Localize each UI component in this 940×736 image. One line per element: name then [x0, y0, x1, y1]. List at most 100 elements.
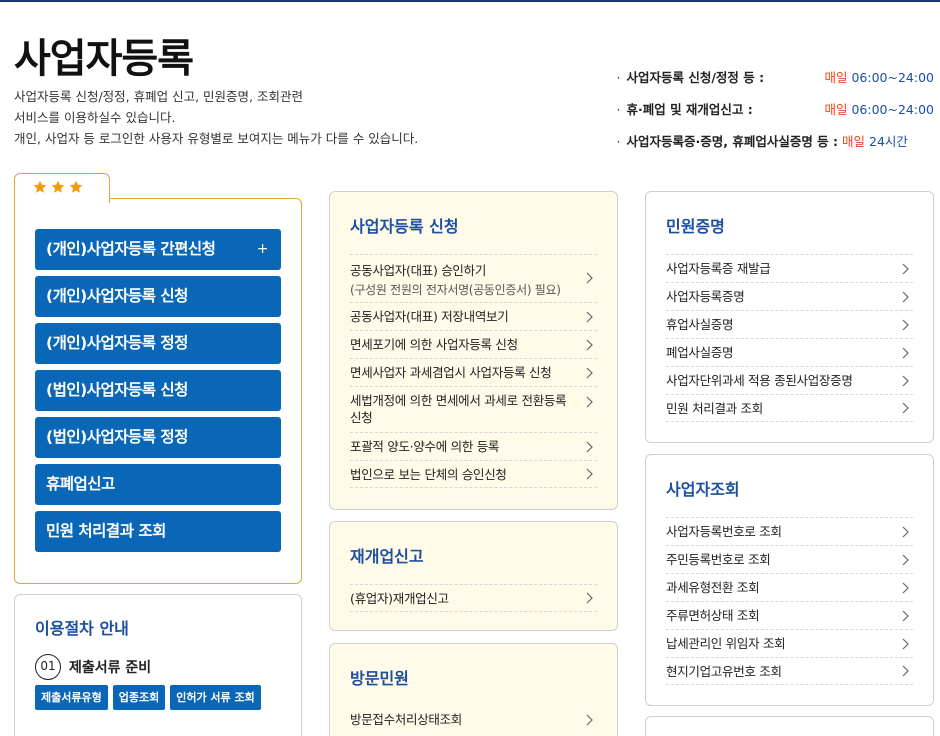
list-item-label: 면세포기에 의한 사업자등록 신청	[350, 337, 518, 352]
step-chips: 제출서류유형 업종조회 인허가 서류 조회	[35, 685, 261, 710]
list-item[interactable]: 공동사업자(대표) 승인하기 (구성원 전원의 전자서명(공동인증서) 필요)	[350, 254, 597, 302]
list-item[interactable]: 사업자단위과세 적용 종된사업장증명	[666, 366, 913, 394]
card-list: 사업자등록증 재발급 사업자등록증명 휴업사실증명 폐업사실증명 사업자단위과세…	[666, 254, 913, 422]
plus-icon: +	[256, 241, 269, 257]
time-range: 06:00~24:00	[851, 70, 934, 85]
list-item[interactable]: 현지기업고유번호 조회	[666, 657, 913, 685]
list-item-label: 주민등록번호로 조회	[666, 552, 771, 567]
chevron-right-icon	[901, 581, 911, 595]
list-item[interactable]: 사업자등록번호로 조회	[666, 517, 913, 545]
daily-label: 매일	[824, 102, 848, 117]
chevron-right-icon	[901, 346, 911, 360]
list-item[interactable]: 납세관리인 위임자 조회	[666, 629, 913, 657]
list-item[interactable]: 포괄적 양도·양수에 의한 등록	[350, 432, 597, 460]
list-item-label: 과세유형전환 조회	[666, 580, 760, 595]
next-card	[645, 716, 934, 736]
list-item-label: 포괄적 양도·양수에 의한 등록	[350, 439, 500, 454]
description-line: 서비스를 이용하실수 있습니다.	[14, 110, 176, 125]
list-item[interactable]: 세법개정에 의한 면세에서 과세로 전환등록 신청	[350, 386, 597, 432]
list-item-label: 사업자단위과세 적용 종된사업장증명	[666, 373, 853, 388]
service-hours-value: 매일 06:00~24:00	[824, 98, 934, 130]
chevron-right-icon	[901, 374, 911, 388]
chevron-right-icon	[901, 637, 911, 651]
list-item-label: 공동사업자(대표) 승인하기	[350, 263, 487, 278]
individual-simple-registration-button[interactable]: (개인)사업자등록 간편신청 +	[35, 229, 281, 270]
card-list: 사업자등록번호로 조회 주민등록번호로 조회 과세유형전환 조회 주류면허상태 …	[666, 517, 913, 685]
document-type-chip[interactable]: 제출서류유형	[35, 685, 108, 710]
list-item[interactable]: 방문접수처리상태조회	[350, 706, 597, 734]
corporate-correction-button[interactable]: (법인)사업자등록 정정	[35, 417, 281, 458]
list-item[interactable]: 면세포기에 의한 사업자등록 신청	[350, 330, 597, 358]
list-item[interactable]: 법인으로 보는 단체의 승인신청	[350, 460, 597, 488]
individual-registration-button[interactable]: (개인)사업자등록 신청	[35, 276, 281, 317]
chevron-right-icon	[901, 525, 911, 539]
individual-correction-button[interactable]: (개인)사업자등록 정정	[35, 323, 281, 364]
chevron-right-icon	[585, 440, 595, 454]
list-item-label: 사업자등록증명	[666, 289, 745, 304]
list-item[interactable]: 휴업사실증명	[666, 310, 913, 338]
list-item[interactable]: (휴업자)재개업신고	[350, 584, 597, 612]
service-hours: · 사업자등록 신청/정정 등 : 매일 06:00~24:00 · 휴·폐업 …	[616, 66, 934, 162]
list-item[interactable]: 사업자등록증 재발급	[666, 254, 913, 282]
chevron-right-icon	[585, 713, 595, 727]
card-title: 사업자등록 신청	[350, 217, 459, 236]
card-list: (휴업자)재개업신고	[350, 584, 597, 612]
card-list: 방문접수처리상태조회	[350, 706, 597, 734]
certificate-card: 민원증명 사업자등록증 재발급 사업자등록증명 휴업사실증명 폐업사실증명 사업…	[645, 191, 934, 443]
list-item-label: 사업자등록증 재발급	[666, 261, 771, 276]
list-item-label: 납세관리인 위임자 조회	[666, 636, 786, 651]
list-item[interactable]: 폐업사실증명	[666, 338, 913, 366]
service-hours-row: · 사업자등록 신청/정정 등 : 매일 06:00~24:00	[616, 66, 934, 98]
card-title: 사업자조회	[666, 480, 740, 499]
industry-lookup-chip[interactable]: 업종조회	[112, 685, 166, 710]
button-label: (개인)사업자등록 간편신청	[46, 240, 216, 258]
list-item[interactable]: 주류면허상태 조회	[666, 601, 913, 629]
list-item-label: 현지기업고유번호 조회	[666, 664, 782, 679]
service-hours-value: 매일 06:00~24:00	[824, 66, 934, 98]
time-range: 06:00~24:00	[851, 102, 934, 117]
chevron-right-icon	[901, 401, 911, 415]
service-hours-row: · 사업자등록증·증명, 휴폐업사실증명 등 : 매일 24시간	[616, 130, 934, 162]
favorites-stars	[33, 180, 83, 194]
card-title: 방문민원	[350, 669, 409, 688]
procedure-step: 01 제출서류 준비	[35, 654, 151, 680]
chevron-right-icon	[901, 609, 911, 623]
guide-title: 이용절차 안내	[35, 619, 129, 638]
list-item[interactable]: 과세유형전환 조회	[666, 573, 913, 601]
license-document-chip[interactable]: 인허가 서류 조회	[170, 685, 261, 710]
list-item-sublabel: (구성원 전원의 전자서명(공동인증서) 필요)	[350, 283, 561, 297]
list-item[interactable]: 민원 처리결과 조회	[666, 394, 913, 422]
closure-report-button[interactable]: 휴폐업신고	[35, 464, 281, 505]
list-item-label: 휴업사실증명	[666, 317, 734, 332]
bullet-dot: ·	[616, 70, 621, 85]
page-description: 사업자등록 신청/정정, 휴폐업 신고, 민원증명, 조회관련 서비스를 이용하…	[14, 86, 418, 149]
list-item[interactable]: 면세사업자 과세겸업시 사업자등록 신청	[350, 358, 597, 386]
chevron-right-icon	[585, 591, 595, 605]
top-border	[0, 0, 940, 2]
service-hours-label: 사업자등록증·증명, 휴폐업사실증명 등 :	[626, 134, 839, 149]
list-item-label: 법인으로 보는 단체의 승인신청	[350, 467, 507, 482]
list-item-label: 면세사업자 과세겸업시 사업자등록 신청	[350, 365, 552, 380]
chevron-right-icon	[585, 366, 595, 380]
list-item[interactable]: 공동사업자(대표) 저장내역보기	[350, 302, 597, 330]
list-item-label: 민원 처리결과 조회	[666, 401, 763, 416]
service-hours-label: 사업자등록 신청/정정 등 :	[626, 70, 765, 85]
list-item[interactable]: 주민등록번호로 조회	[666, 545, 913, 573]
chevron-right-icon	[585, 310, 595, 324]
list-item-label: (휴업자)재개업신고	[350, 591, 449, 606]
star-icon	[69, 180, 83, 194]
card-title: 민원증명	[666, 217, 725, 236]
card-list: 공동사업자(대표) 승인하기 (구성원 전원의 전자서명(공동인증서) 필요) …	[350, 254, 597, 488]
service-hours-row: · 휴·폐업 및 재개업신고 : 매일 06:00~24:00	[616, 98, 934, 130]
corporate-registration-button[interactable]: (법인)사업자등록 신청	[35, 370, 281, 411]
chevron-right-icon	[585, 271, 595, 285]
visit-card: 방문민원 방문접수처리상태조회	[329, 643, 618, 736]
description-line: 사업자등록 신청/정정, 휴폐업 신고, 민원증명, 조회관련	[14, 89, 303, 104]
star-icon	[33, 180, 47, 194]
step-number: 01	[35, 654, 61, 680]
chevron-right-icon	[585, 338, 595, 352]
chevron-right-icon	[901, 262, 911, 276]
list-item[interactable]: 사업자등록증명	[666, 282, 913, 310]
registration-card: 사업자등록 신청 공동사업자(대표) 승인하기 (구성원 전원의 전자서명(공동…	[329, 191, 618, 510]
result-lookup-button[interactable]: 민원 처리결과 조회	[35, 511, 281, 552]
